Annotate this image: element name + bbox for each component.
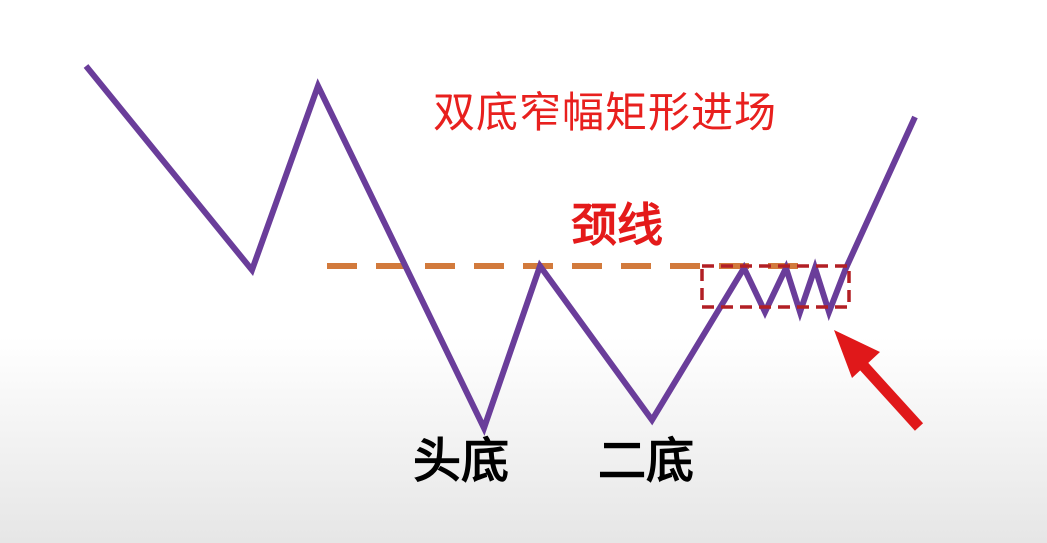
chart-title: 双底窄幅矩形进场 xyxy=(433,88,778,137)
first-bottom-label: 头底 xyxy=(413,433,510,489)
up-left-arrow-icon xyxy=(834,330,924,431)
second-bottom-label: 二底 xyxy=(598,433,695,489)
neckline-label: 颈线 xyxy=(571,198,663,252)
arrow-shaft xyxy=(855,358,924,431)
double-bottom-diagram xyxy=(83,64,924,436)
